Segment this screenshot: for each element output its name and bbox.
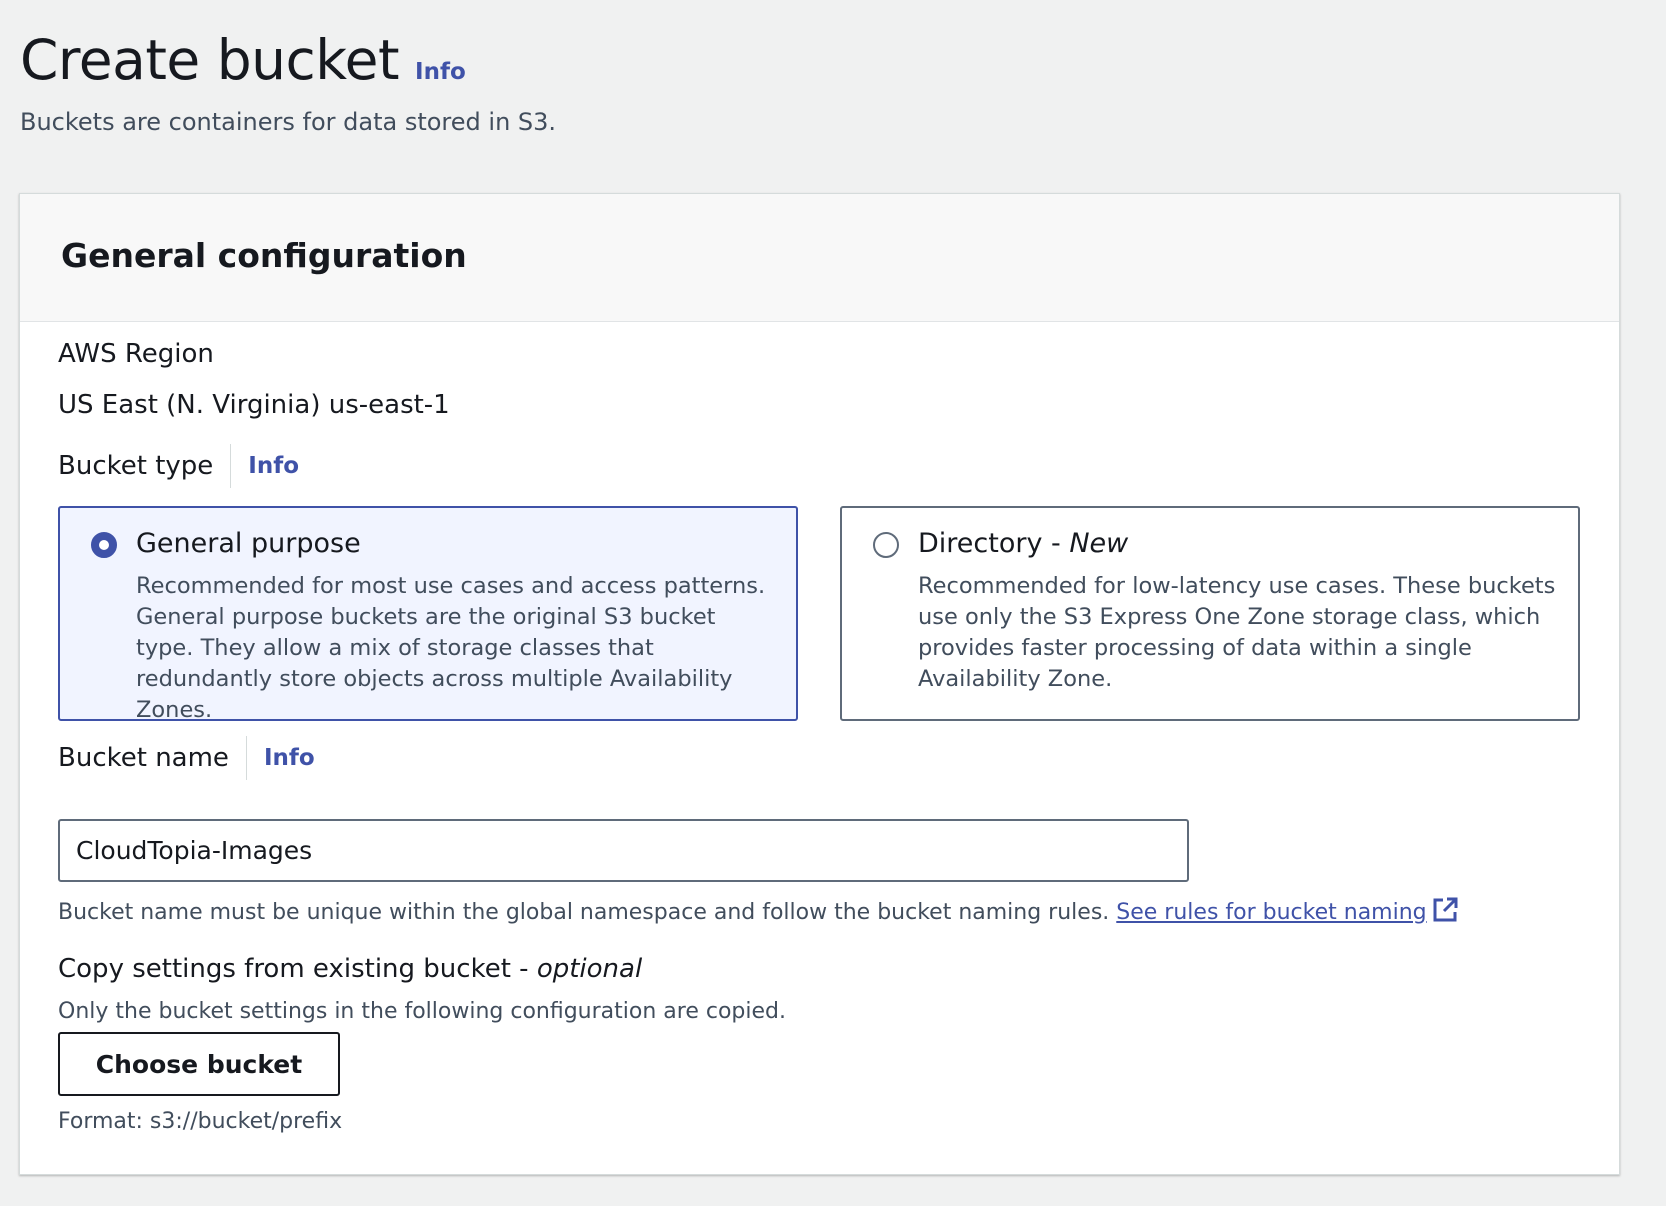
bucket-name-hint: Bucket name must be unique within the gl…	[58, 896, 1459, 925]
bucket-format-hint: Format: s3://bucket/prefix	[58, 1109, 343, 1134]
general-purpose-description: Recommended for most use cases and acces…	[136, 573, 766, 723]
optional-tag: optional	[536, 954, 643, 984]
bucket-naming-rules-link-text: See rules for bucket naming	[1116, 900, 1427, 925]
page-title-row: Create bucket Info	[20, 28, 556, 92]
bucket-type-info-link[interactable]: Info	[248, 453, 299, 479]
copy-settings-label-text: Copy settings from existing bucket -	[58, 954, 537, 984]
label-divider	[230, 444, 232, 488]
aws-region-label: AWS Region	[58, 339, 214, 369]
bucket-name-info-link[interactable]: Info	[264, 745, 315, 771]
bucket-name-label-row: Bucket name Info	[58, 736, 315, 780]
panel-header: General configuration	[20, 194, 1619, 322]
title-info-link[interactable]: Info	[415, 59, 466, 85]
panel-title: General configuration	[61, 236, 467, 275]
bucket-naming-rules-link[interactable]: See rules for bucket naming	[1116, 897, 1458, 925]
directory-title-text: Directory -	[918, 528, 1070, 559]
copy-settings-label: Copy settings from existing bucket - opt…	[58, 954, 642, 984]
general-configuration-panel: General configuration AWS Region US East…	[19, 193, 1620, 1175]
page-title: Create bucket	[20, 28, 400, 92]
bucket-type-label: Bucket type	[58, 451, 214, 481]
directory-description: Recommended for low-latency use cases. T…	[918, 573, 1556, 692]
bucket-name-hint-text: Bucket name must be unique within the gl…	[58, 900, 1110, 925]
bucket-type-option-directory[interactable]: Directory - New Recommended for low-late…	[840, 506, 1580, 721]
page-description: Buckets are containers for data stored i…	[20, 108, 557, 136]
external-link-icon	[1433, 897, 1458, 922]
directory-title: Directory - New	[918, 528, 1128, 559]
copy-settings-description: Only the bucket settings in the followin…	[58, 999, 786, 1024]
label-divider	[245, 736, 247, 780]
bucket-type-label-row: Bucket type Info	[58, 444, 299, 488]
general-purpose-radio[interactable]	[91, 532, 117, 558]
bucket-name-input[interactable]	[58, 819, 1189, 882]
aws-region-value: US East (N. Virginia) us-east-1	[58, 390, 450, 420]
general-purpose-title: General purpose	[136, 528, 361, 559]
bucket-type-option-general-purpose[interactable]: General purpose Recommended for most use…	[58, 506, 798, 723]
choose-bucket-button[interactable]: Choose bucket	[58, 1032, 340, 1096]
directory-radio[interactable]	[873, 532, 899, 558]
new-badge: New	[1069, 528, 1129, 559]
bucket-name-label: Bucket name	[58, 743, 229, 773]
page-header: Create bucket Info Buckets are container…	[20, 28, 556, 136]
